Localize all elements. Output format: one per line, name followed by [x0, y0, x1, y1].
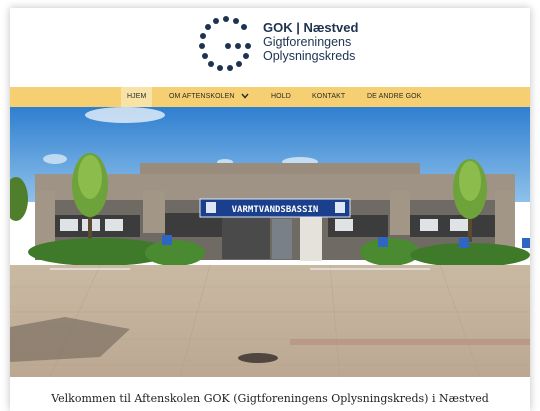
welcome-heading: Velkommen til Aftenskolen GOK (Gigtforen…	[51, 392, 489, 405]
nav-item-kontakt[interactable]: KONTAKT	[312, 87, 345, 107]
nav-item-label: HJEM	[127, 93, 147, 100]
nav-item-label: KONTAKT	[312, 93, 346, 100]
nav-item-label: DE ANDRE GOK	[367, 93, 422, 100]
nav-item-hjem[interactable]: HJEM	[121, 87, 153, 107]
brand-line-1: Gigtforeningens	[263, 35, 352, 49]
pool-sign-text: VARMTVANDSBASSIN	[232, 205, 319, 215]
brand-line-2: Oplysningskreds	[263, 49, 356, 63]
nav-item-om-aftenskolen[interactable]: OM AFTENSKOLEN	[169, 87, 249, 107]
hedge	[360, 238, 420, 266]
site-header: GOK | Næstved Gigtforeningens Oplysnings…	[10, 8, 530, 88]
drain	[238, 353, 278, 363]
nav-item-hold[interactable]: HOLD	[271, 87, 291, 107]
hero-photo: VARMTVANDSBASSIN	[10, 107, 530, 377]
chevron-down-icon	[241, 93, 249, 99]
page-frame: GOK | Næstved Gigtforeningens Oplysnings…	[10, 8, 530, 411]
nav-item-de-andre-gok[interactable]: DE ANDRE GOK	[367, 87, 422, 107]
nav-item-label: OM AFTENSKOLEN	[169, 93, 235, 100]
nav-item-label: HOLD	[271, 93, 291, 100]
gok-logo-icon[interactable]	[198, 15, 254, 71]
main-nav: HJEM OM AFTENSKOLEN HOLD KONTAKT DE ANDR…	[10, 87, 530, 107]
brand-name: GOK | Næstved	[263, 20, 359, 35]
brand-text[interactable]: GOK | Næstved Gigtforeningens Oplysnings…	[263, 20, 358, 63]
